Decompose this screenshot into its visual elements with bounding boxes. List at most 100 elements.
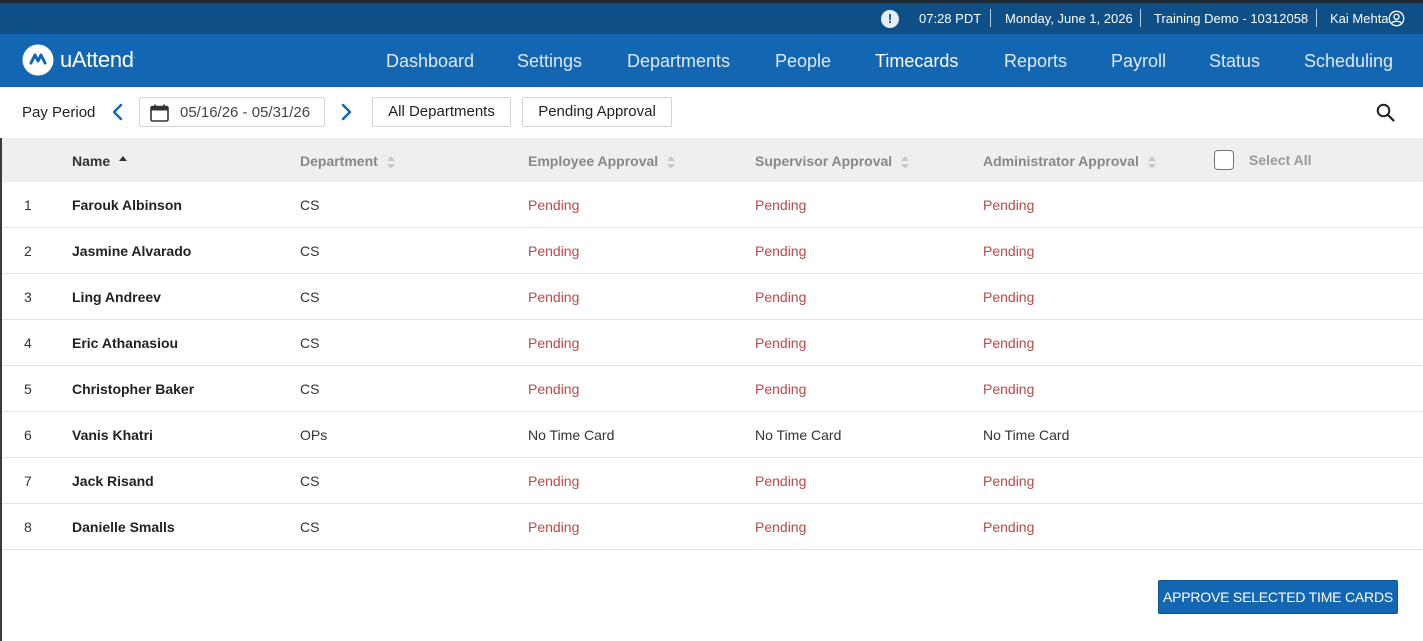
nav-reports[interactable]: Reports [1004,51,1067,72]
nav-scheduling[interactable]: Scheduling [1304,51,1393,72]
approve-selected-time-cards-button[interactable]: APPROVE SELECTED TIME CARDS [1158,580,1398,614]
employee-name[interactable]: Jasmine Alvarado [72,243,191,259]
employee-name[interactable]: Jack Risand [72,473,154,489]
employee-name[interactable]: Farouk Albinson [72,197,182,213]
divider [1140,9,1141,27]
current-date: Monday, June 1, 2026 [1005,11,1133,26]
administrator-approval-status: Pending [983,197,1035,213]
brand-name[interactable]: uAttend. [60,47,136,73]
row-number: 3 [24,289,32,305]
column-header-department[interactable]: Department [300,153,396,170]
nav-people[interactable]: People [775,51,831,72]
department-filter-button[interactable]: All Departments [372,97,511,127]
table-row[interactable]: 1 Farouk Albinson CS Pending Pending Pen… [2,182,1423,228]
divider [990,9,991,27]
row-number: 8 [24,519,32,535]
column-header-employee-approval[interactable]: Employee Approval [528,153,676,170]
chevron-left-icon[interactable] [111,103,125,121]
employee-department: CS [300,519,320,535]
user-name[interactable]: Kai Mehta [1330,11,1389,26]
main-nav-bar: uAttend. Dashboard Settings Departments … [0,34,1423,87]
employee-approval-status: No Time Card [528,427,615,443]
calendar-icon[interactable] [150,104,169,122]
sort-icon[interactable] [386,154,396,170]
timecards-table-body: 1 Farouk Albinson CS Pending Pending Pen… [2,182,1423,550]
employee-department: CS [300,473,320,489]
timecards-table-header: Name Department Employee Approval Superv… [2,138,1423,182]
row-number: 7 [24,473,32,489]
sort-icon[interactable] [666,154,676,170]
account-name[interactable]: Training Demo - 10312058 [1154,11,1308,26]
supervisor-approval-status: Pending [755,197,807,213]
table-row[interactable]: 7 Jack Risand CS Pending Pending Pending [2,458,1423,504]
column-header-name[interactable]: Name [72,153,128,170]
employee-name[interactable]: Eric Athanasiou [72,335,178,351]
pay-period-toolbar: Pay Period 05/16/26 - 05/31/26 All Depar… [0,87,1423,138]
nav-payroll[interactable]: Payroll [1111,51,1166,72]
pay-period-date-picker[interactable]: 05/16/26 - 05/31/26 [139,97,325,127]
employee-department: CS [300,289,320,305]
supervisor-approval-status: Pending [755,381,807,397]
table-row[interactable]: 8 Danielle Smalls CS Pending Pending Pen… [2,504,1423,550]
supervisor-approval-status: Pending [755,289,807,305]
administrator-approval-status: Pending [983,335,1035,351]
nav-departments[interactable]: Departments [627,51,730,72]
supervisor-approval-status: Pending [755,519,807,535]
employee-approval-status: Pending [528,243,580,259]
employee-approval-status: Pending [528,519,580,535]
alert-icon[interactable]: ! [881,10,899,28]
supervisor-approval-status: No Time Card [755,427,842,443]
employee-name[interactable]: Danielle Smalls [72,519,175,535]
table-row[interactable]: 5 Christopher Baker CS Pending Pending P… [2,366,1423,412]
row-number: 1 [24,197,32,213]
nav-settings[interactable]: Settings [517,51,582,72]
employee-name[interactable]: Christopher Baker [72,381,194,397]
employee-department: CS [300,243,320,259]
administrator-approval-status: Pending [983,519,1035,535]
nav-status[interactable]: Status [1209,51,1260,72]
user-circle-icon[interactable] [1388,10,1405,27]
row-number: 4 [24,335,32,351]
employee-approval-status: Pending [528,289,580,305]
sort-asc-icon[interactable] [118,154,128,170]
table-row[interactable]: 6 Vanis Khatri OPs No Time Card No Time … [2,412,1423,458]
nav-dashboard[interactable]: Dashboard [386,51,474,72]
select-all-label[interactable]: Select All [1249,152,1312,168]
search-icon[interactable] [1376,103,1395,122]
pay-period-label: Pay Period [22,104,96,121]
date-range-value: 05/16/26 - 05/31/26 [180,104,311,121]
employee-approval-status: Pending [528,473,580,489]
column-header-supervisor-approval[interactable]: Supervisor Approval [755,153,910,170]
nav-timecards[interactable]: Timecards [875,51,958,72]
administrator-approval-status: Pending [983,473,1035,489]
top-status-bar: ! 07:28 PDT Monday, June 1, 2026 Trainin… [0,0,1423,34]
row-number: 2 [24,243,32,259]
table-row[interactable]: 2 Jasmine Alvarado CS Pending Pending Pe… [2,228,1423,274]
employee-name[interactable]: Vanis Khatri [72,427,153,443]
supervisor-approval-status: Pending [755,473,807,489]
employee-department: CS [300,197,320,213]
column-header-administrator-approval[interactable]: Administrator Approval [983,153,1157,170]
status-filter-button[interactable]: Pending Approval [522,97,672,127]
employee-approval-status: Pending [528,335,580,351]
divider [1316,9,1317,27]
employee-department: CS [300,335,320,351]
uattend-logo-icon[interactable] [22,44,54,76]
employee-approval-status: Pending [528,381,580,397]
chevron-right-icon[interactable] [339,103,353,121]
row-number: 6 [24,427,32,443]
sort-icon[interactable] [900,154,910,170]
employee-approval-status: Pending [528,197,580,213]
employee-department: CS [300,381,320,397]
supervisor-approval-status: Pending [755,243,807,259]
table-row[interactable]: 3 Ling Andreev CS Pending Pending Pendin… [2,274,1423,320]
employee-department: OPs [300,427,328,443]
sort-icon[interactable] [1147,154,1157,170]
table-row[interactable]: 4 Eric Athanasiou CS Pending Pending Pen… [2,320,1423,366]
select-all-checkbox[interactable] [1214,150,1234,170]
administrator-approval-status: Pending [983,289,1035,305]
employee-name[interactable]: Ling Andreev [72,289,161,305]
administrator-approval-status: Pending [983,381,1035,397]
current-time: 07:28 PDT [919,11,982,26]
row-number: 5 [24,381,32,397]
